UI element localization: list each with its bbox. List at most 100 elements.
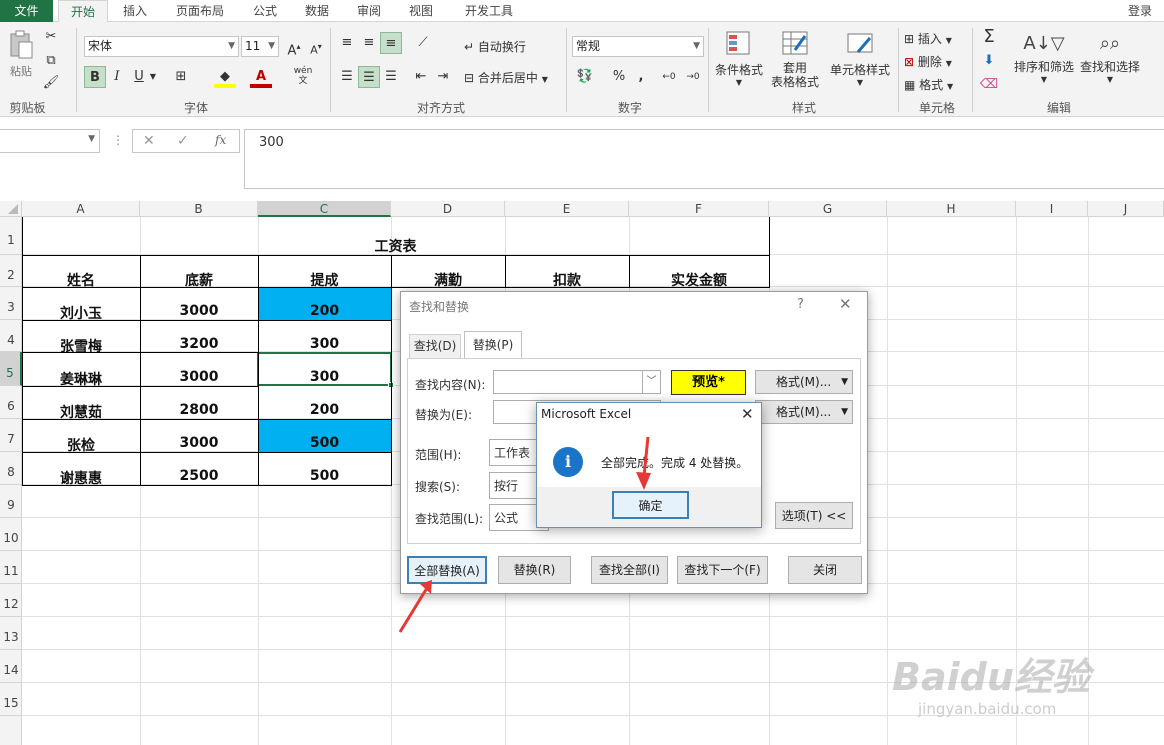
column-header[interactable]: B: [140, 201, 258, 217]
align-center-icon[interactable]: ☰: [358, 66, 380, 88]
clear-icon[interactable]: ⌫: [978, 74, 1000, 96]
wrap-text-button[interactable]: ↵ 自动换行: [464, 38, 526, 55]
increase-indent-icon[interactable]: ⇥: [432, 66, 454, 88]
increase-font-icon[interactable]: A▴: [283, 36, 305, 58]
decrease-font-icon[interactable]: A▾: [305, 36, 327, 58]
header-cell[interactable]: 扣款: [505, 270, 629, 290]
help-icon[interactable]: ?: [797, 297, 804, 312]
row-header[interactable]: 2: [0, 255, 22, 287]
underline-dropdown-icon[interactable]: ▼: [146, 66, 160, 88]
number-format-select[interactable]: 常规 ▼: [572, 36, 704, 57]
close-icon[interactable]: ✕: [839, 295, 852, 313]
name-cell[interactable]: 刘小玉: [22, 303, 140, 323]
comma-button[interactable]: ,: [630, 66, 652, 88]
row-header-selected[interactable]: 5: [0, 352, 22, 386]
header-cell[interactable]: 实发金额: [629, 270, 769, 290]
paste-button[interactable]: 粘贴: [6, 30, 36, 79]
name-cell[interactable]: 谢惠惠: [22, 468, 140, 488]
fill-icon[interactable]: ⬇: [978, 50, 1000, 72]
bonus-cell[interactable]: 500: [258, 468, 391, 484]
copy-icon[interactable]: ⧉: [40, 50, 62, 72]
column-header[interactable]: G: [769, 201, 887, 217]
fill-color-icon[interactable]: ◆: [214, 66, 236, 88]
name-cell[interactable]: 张检: [22, 435, 140, 455]
row-header[interactable]: 7: [0, 419, 22, 452]
row-header[interactable]: 13: [0, 617, 22, 650]
tab-review[interactable]: 审阅: [348, 0, 390, 22]
column-header[interactable]: H: [887, 201, 1016, 217]
column-header[interactable]: J: [1088, 201, 1164, 217]
row-header[interactable]: 9: [0, 485, 22, 518]
bonus-cell[interactable]: 200: [258, 303, 391, 319]
bold-button[interactable]: B: [84, 66, 106, 88]
align-middle-icon[interactable]: ≡: [358, 32, 380, 54]
row-header[interactable]: 14: [0, 650, 22, 683]
tab-developer[interactable]: 开发工具: [454, 0, 524, 22]
tab-view[interactable]: 视图: [400, 0, 442, 22]
row-header[interactable]: 3: [0, 287, 22, 320]
find-next-button[interactable]: 查找下一个(F): [677, 556, 768, 584]
row-header[interactable]: 10: [0, 518, 22, 551]
align-top-icon[interactable]: ≡: [336, 32, 358, 54]
column-header[interactable]: I: [1016, 201, 1088, 217]
percent-button[interactable]: %: [608, 66, 630, 88]
base-cell[interactable]: 3000: [140, 435, 258, 451]
sort-filter-button[interactable]: A↓▽ 排序和筛选 ▼: [1012, 30, 1076, 84]
row-header[interactable]: 15: [0, 683, 22, 716]
format-cells-button[interactable]: ▦ 格式 ▼: [904, 76, 953, 93]
decrease-indent-icon[interactable]: ⇤: [410, 66, 432, 88]
tab-replace[interactable]: 替换(P): [464, 331, 522, 359]
tab-file[interactable]: 文件: [0, 0, 53, 22]
header-cell[interactable]: 满勤: [391, 270, 505, 290]
find-what-input[interactable]: ﹀: [493, 370, 661, 394]
bonus-cell[interactable]: 500: [258, 435, 391, 451]
login-link[interactable]: 登录: [1122, 0, 1158, 22]
decrease-decimal-icon[interactable]: →0: [682, 66, 704, 88]
cancel-icon[interactable]: ✕: [143, 133, 155, 149]
border-icon[interactable]: ⊞: [170, 66, 192, 88]
column-header-selected[interactable]: C: [258, 201, 391, 217]
italic-button[interactable]: I: [106, 66, 128, 88]
currency-icon[interactable]: 💱: [574, 66, 596, 88]
name-cell[interactable]: 刘慧茹: [22, 402, 140, 422]
options-button[interactable]: 选项(T) <<: [775, 502, 853, 529]
select-all-corner[interactable]: [0, 201, 22, 217]
base-cell[interactable]: 2500: [140, 468, 258, 484]
bonus-cell[interactable]: 200: [258, 402, 391, 418]
align-right-icon[interactable]: ☰: [380, 66, 402, 88]
base-cell[interactable]: 3000: [140, 303, 258, 319]
base-cell[interactable]: 2800: [140, 402, 258, 418]
replace-format-button[interactable]: 格式(M)... ▼: [755, 400, 853, 424]
tab-find[interactable]: 查找(D): [409, 334, 461, 358]
row-header[interactable]: 4: [0, 320, 22, 352]
tab-formulas[interactable]: 公式: [244, 0, 286, 22]
align-bottom-icon[interactable]: ≡: [380, 32, 402, 54]
base-cell[interactable]: 3000: [140, 369, 258, 385]
align-left-icon[interactable]: ☰: [336, 66, 358, 88]
replace-button[interactable]: 替换(R): [498, 556, 571, 584]
increase-decimal-icon[interactable]: ←0: [658, 66, 680, 88]
formula-input[interactable]: 300: [244, 129, 1164, 189]
header-cell[interactable]: 姓名: [22, 270, 140, 290]
format-as-table-button[interactable]: 套用 表格格式: [768, 30, 822, 89]
font-size-select[interactable]: 11 ▼: [241, 36, 279, 57]
base-cell[interactable]: 3200: [140, 336, 258, 352]
find-format-button[interactable]: 格式(M)... ▼: [755, 370, 853, 394]
msg-close-icon[interactable]: ✕: [741, 405, 754, 423]
phonetic-icon[interactable]: wén 文: [292, 66, 314, 88]
cell-styles-button[interactable]: 单元格样式 ▼: [828, 30, 892, 87]
name-cell[interactable]: 张雪梅: [22, 336, 140, 356]
bonus-cell[interactable]: 300: [258, 336, 391, 352]
column-header[interactable]: F: [629, 201, 769, 217]
tab-data[interactable]: 数据: [296, 0, 338, 22]
name-box[interactable]: ▼: [0, 129, 100, 153]
close-button[interactable]: 关闭: [788, 556, 862, 584]
header-cell[interactable]: 提成: [258, 270, 391, 290]
name-cell[interactable]: 姜琳琳: [22, 369, 140, 389]
insert-function-icon[interactable]: fx: [215, 133, 226, 147]
orientation-icon[interactable]: ⟋: [412, 32, 434, 54]
font-name-select[interactable]: 宋体 ▼: [84, 36, 239, 57]
sheet-title[interactable]: 工资表: [22, 236, 769, 256]
column-header[interactable]: D: [391, 201, 505, 217]
enter-icon[interactable]: ✓: [177, 133, 189, 149]
